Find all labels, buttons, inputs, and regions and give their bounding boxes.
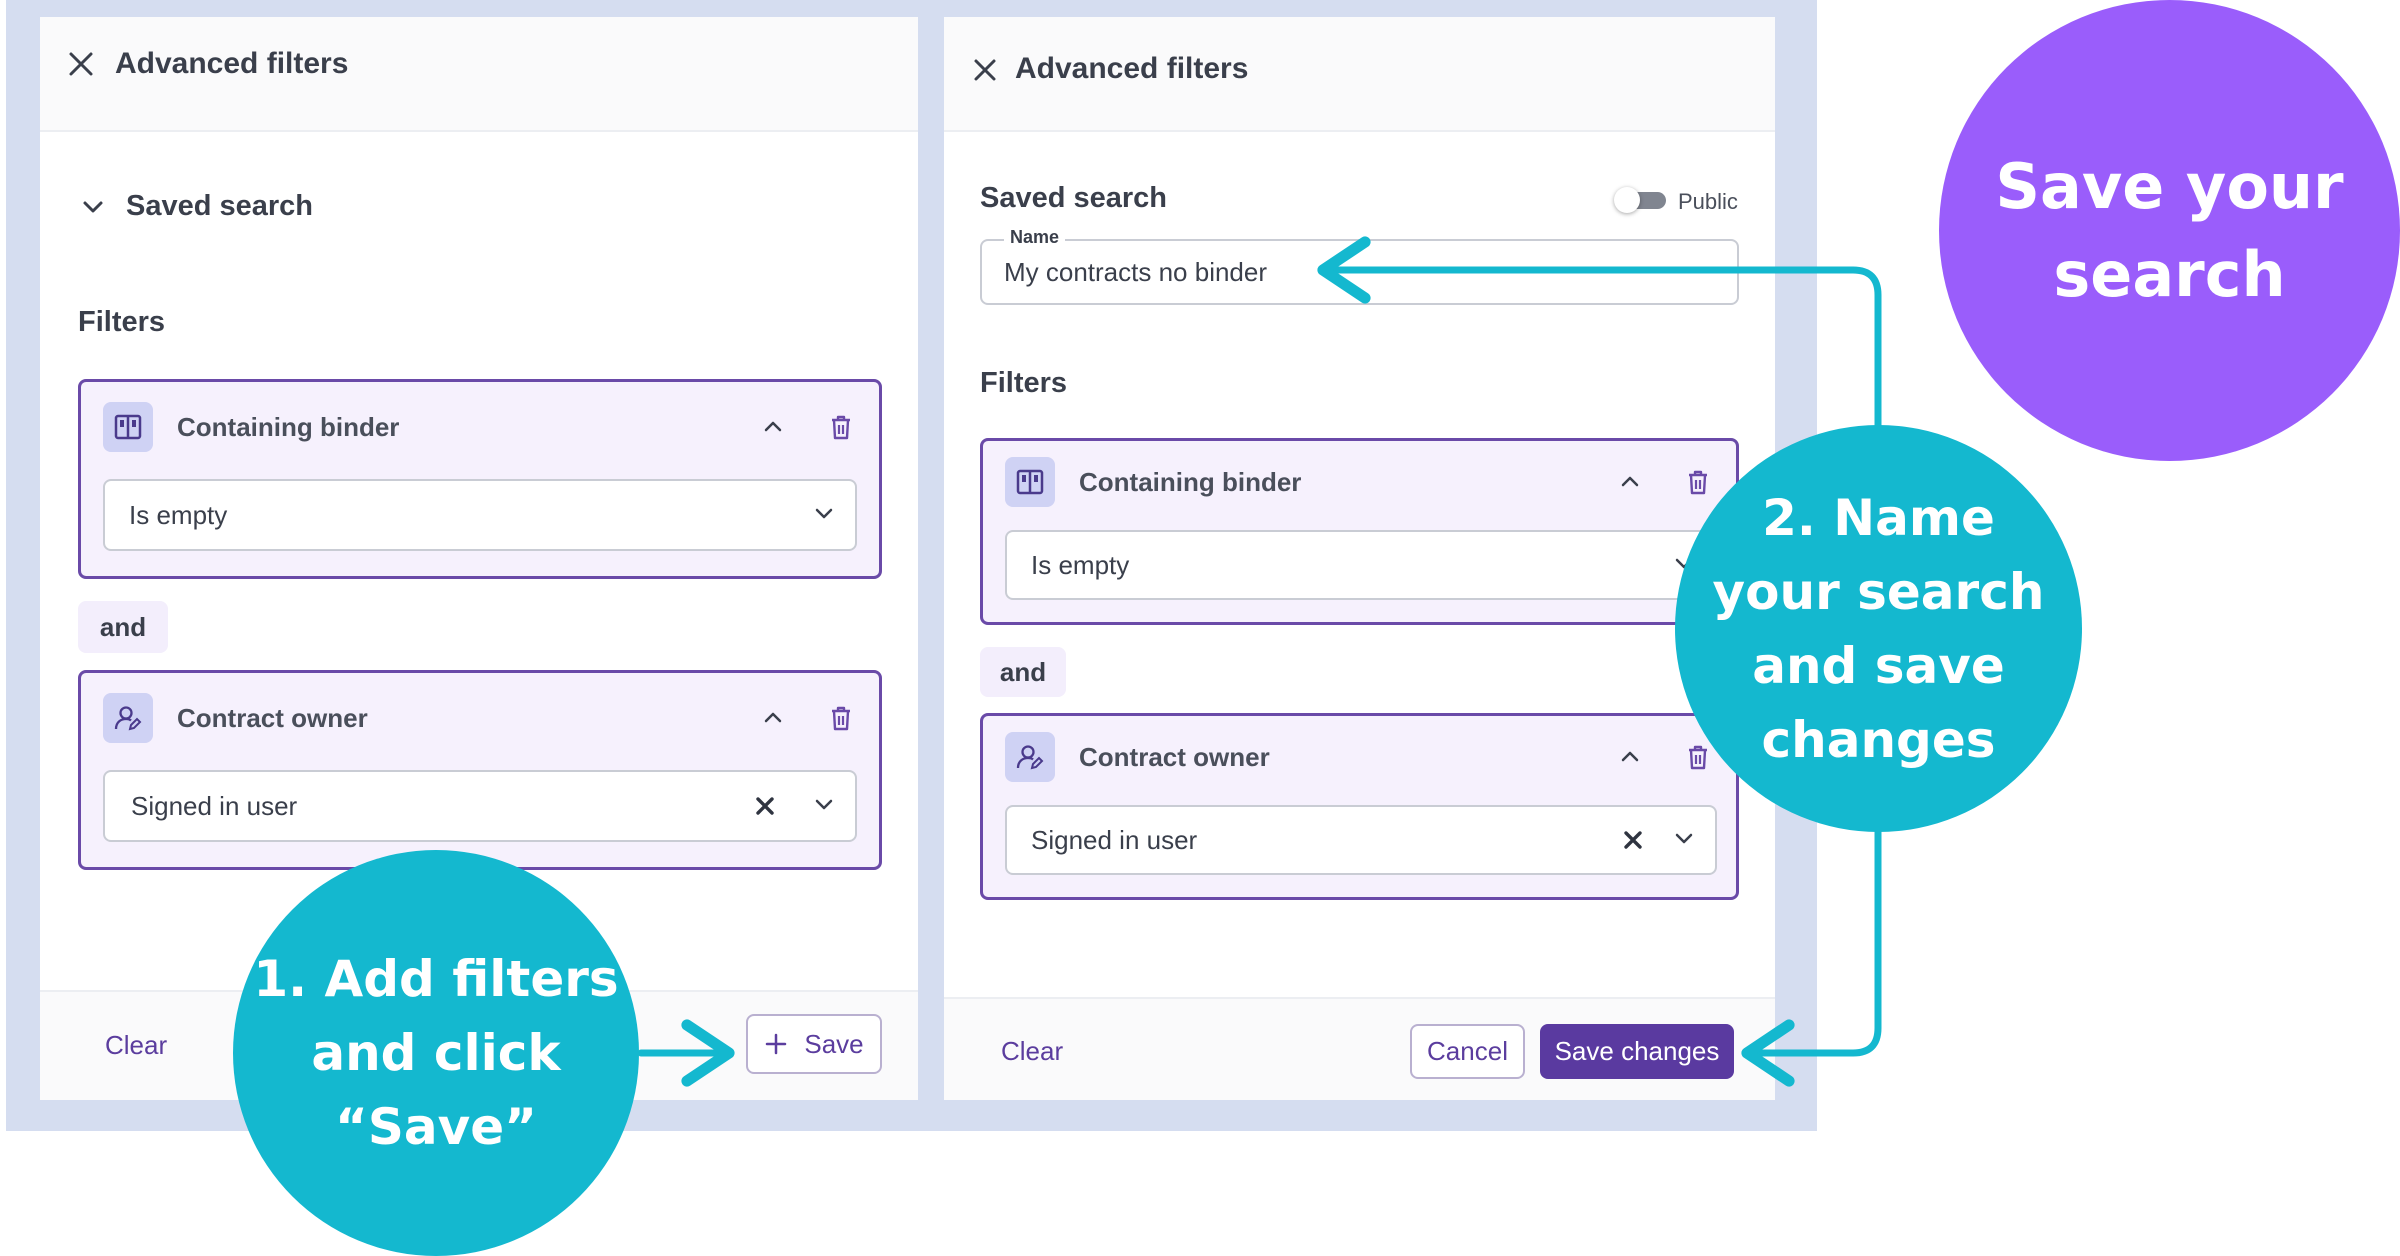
trash-icon[interactable] <box>1682 741 1714 773</box>
clear-selection-icon[interactable] <box>749 790 781 822</box>
callout-line: 1. Add filters <box>253 950 619 1008</box>
headline-line: Save your <box>1995 149 2344 223</box>
trash-icon[interactable] <box>825 411 857 443</box>
callout-line: and save <box>1752 636 2005 695</box>
panel-title: Advanced filters <box>115 47 349 80</box>
chevron-up-icon[interactable] <box>757 702 789 734</box>
filter-header: Containing binder <box>1005 457 1714 507</box>
filter-header: Contract owner <box>1005 732 1714 782</box>
advanced-filters-panel-after: Advanced filters Saved search Public Nam… <box>944 17 1775 1100</box>
plus-icon <box>764 1032 788 1056</box>
select-value: Is empty <box>129 499 228 530</box>
filter-card-contract-owner: Contract owner Signed in user <box>980 713 1739 900</box>
clear-button[interactable]: Clear <box>1001 1036 1063 1067</box>
filter-card-containing-binder: Containing binder Is empty <box>980 438 1739 625</box>
save-button[interactable]: Save <box>746 1014 882 1074</box>
chevron-up-icon[interactable] <box>757 411 789 443</box>
chevron-down-icon <box>1671 825 1697 856</box>
user-edit-icon <box>103 693 153 743</box>
user-select[interactable]: Signed in user <box>1005 805 1717 875</box>
filter-title: Containing binder <box>1079 466 1302 497</box>
filter-card-contract-owner: Contract owner Signed in user <box>78 670 882 870</box>
cancel-button[interactable]: Cancel <box>1410 1024 1525 1079</box>
user-select[interactable]: Signed in user <box>103 770 857 842</box>
filters-label: Filters <box>78 306 166 338</box>
clear-button[interactable]: Clear <box>105 1030 167 1061</box>
and-operator-chip: and <box>78 601 168 653</box>
callout-step-1: 1. Add filters and click “Save” <box>233 850 639 1256</box>
headline-line: search <box>2053 237 2286 311</box>
binder-icon <box>1005 457 1055 507</box>
public-toggle[interactable] <box>1614 187 1668 213</box>
chevron-up-icon[interactable] <box>1614 741 1646 773</box>
search-name-field[interactable]: Name My contracts no binder <box>980 227 1739 305</box>
saved-search-label: Saved search <box>980 182 1168 214</box>
callout-step-2: 2. Name your search and save changes <box>1675 425 2082 832</box>
callout-line: 2. Name <box>1762 488 1995 547</box>
binder-icon <box>103 402 153 452</box>
close-icon[interactable] <box>968 53 1002 87</box>
select-value: Is empty <box>1031 549 1130 580</box>
user-edit-icon <box>1005 732 1055 782</box>
panel-header: Advanced filters <box>944 17 1775 132</box>
filter-card-containing-binder: Containing binder Is empty <box>78 379 882 579</box>
filter-title: Contract owner <box>1079 741 1270 772</box>
trash-icon[interactable] <box>825 702 857 734</box>
name-field-label: Name <box>1004 227 1066 248</box>
callout-line: and click <box>311 1024 561 1082</box>
panel-footer: Clear Cancel Save changes <box>944 997 1775 1100</box>
select-value: Signed in user <box>1031 824 1198 855</box>
filter-header: Containing binder <box>103 402 857 452</box>
filter-title: Contract owner <box>177 702 368 733</box>
filters-label: Filters <box>980 367 1068 399</box>
callout-line: “Save” <box>335 1098 537 1156</box>
condition-select[interactable]: Is empty <box>1005 530 1717 600</box>
saved-search-toggle[interactable]: Saved search <box>78 190 313 223</box>
headline-callout: Save your search <box>1939 0 2400 461</box>
chevron-down-icon <box>811 791 837 822</box>
save-changes-button[interactable]: Save changes <box>1540 1024 1734 1079</box>
name-field-value: My contracts no binder <box>1004 257 1268 287</box>
panel-header: Advanced filters <box>40 17 918 132</box>
chevron-down-icon <box>811 500 837 531</box>
close-icon[interactable] <box>64 47 98 81</box>
trash-icon[interactable] <box>1682 466 1714 498</box>
chevron-up-icon[interactable] <box>1614 466 1646 498</box>
and-operator-chip: and <box>980 647 1066 697</box>
callout-line: your search <box>1712 562 2045 621</box>
filter-header: Contract owner <box>103 693 857 743</box>
save-button-label: Save <box>804 1028 864 1059</box>
panel-title: Advanced filters <box>1015 52 1249 85</box>
callout-line: changes <box>1761 710 1996 769</box>
public-label: Public <box>1678 189 1738 214</box>
chevron-down-icon <box>78 192 108 222</box>
clear-selection-icon[interactable] <box>1617 824 1649 856</box>
filter-title: Containing binder <box>177 411 400 442</box>
toggle-knob <box>1614 187 1640 213</box>
condition-select[interactable]: Is empty <box>103 479 857 551</box>
select-value: Signed in user <box>131 790 298 821</box>
saved-search-label: Saved search <box>126 190 314 222</box>
